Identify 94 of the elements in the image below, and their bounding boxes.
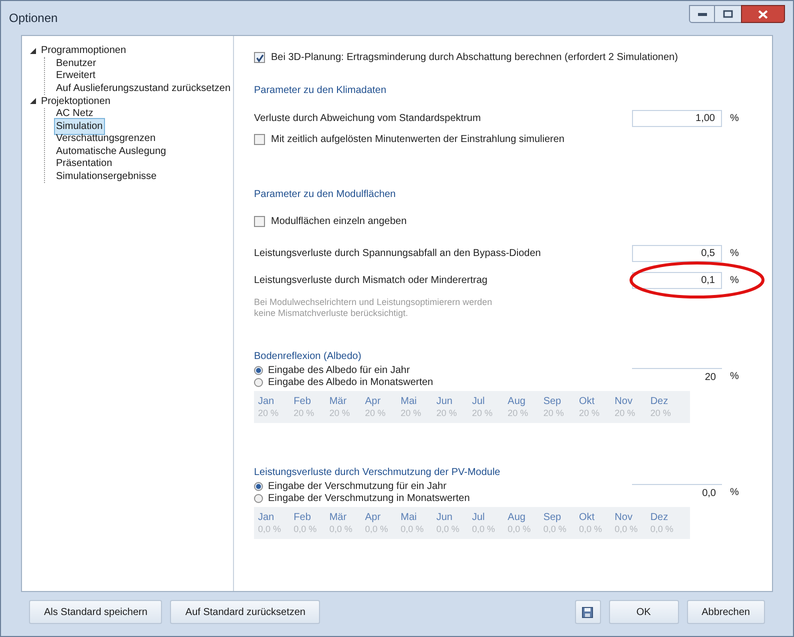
month-label: Apr [365,511,382,523]
section-heading: Leistungsverluste durch Verschmutzung der PV-Module [254,466,502,480]
checkbox[interactable] [254,52,265,63]
month-value: 0,0 % [400,523,425,536]
month-value: 20 % [436,407,458,420]
month-value: 0,0 % [614,523,639,536]
unit-label: % [730,247,740,261]
radio-label: Eingabe des Albedo für ein Jahr [268,364,410,378]
save-button[interactable] [574,600,601,624]
month-label: Mai [400,395,418,407]
month-label: Sep [543,511,562,523]
checkbox[interactable] [254,134,265,145]
month-label: Dez [650,511,670,523]
month-label: Aug [508,395,526,407]
month-label: Nov [614,395,634,407]
month-label: Apr [365,395,382,407]
radio-label: Eingabe der Verschmutzung in Monatswerten [268,492,470,506]
close-button[interactable] [741,5,785,23]
unit-label: % [730,486,740,500]
note-text: Bei Modulwechselrichtern und Leistungsoptimierern werden keine Mismatchverluste berücksichtigt. [254,297,494,319]
month-value: 0,0 % [508,523,532,536]
month-label: Jan [258,511,276,523]
input-field[interactable]: 0,1 [632,272,722,289]
field-label: Leistungsverluste durch Spannungsabfall an den Bypass-Dioden [254,247,541,261]
section-heading: Parameter zu den Modulflächen [254,188,397,202]
month-label: Mai [400,511,418,523]
month-label: Jan [258,395,276,407]
radio-button[interactable] [254,482,263,490]
radio-button[interactable] [254,366,263,374]
expanded-triangle-icon[interactable] [30,48,36,54]
section-heading: Bodenreflexion (Albedo) [254,350,362,364]
month-label: Feb [294,511,312,523]
dialog-button[interactable]: Abbrechen [686,600,765,624]
radio-button[interactable] [254,494,263,502]
month-value: 0,0 % [365,523,390,536]
dialog-button[interactable]: Als Standard speichern [29,600,162,624]
month-label: Okt [579,511,596,523]
field-label: Verluste durch Abweichung vom Standardspektrum [254,112,481,126]
month-value: 0,0 % [543,523,568,536]
month-value: 0,0 % [579,523,604,536]
month-value: 20 % [472,407,494,420]
window-title: Optionen [9,10,58,27]
month-label: Okt [579,395,596,407]
maximize-icon [723,10,733,18]
radio-button[interactable] [254,378,263,386]
month-value: 20 % [650,407,672,420]
field-label: Leistungsverluste durch Mismatch oder Minderertrag [254,274,488,288]
month-label: Jun [436,511,454,523]
month-label: Mär [329,395,348,407]
month-label: Aug [508,511,526,523]
month-label: Nov [614,511,634,523]
month-value: 0,0 % [436,523,460,536]
tree-item[interactable]: Simulation [54,118,105,135]
unit-label: % [730,370,740,384]
maximize-button[interactable] [715,5,741,23]
checkbox-label: Bei 3D-Planung: Ertragsminderung durch Abschattung berechnen (erfordert 2 Simulationen) [271,51,678,65]
month-label: Sep [543,395,562,407]
month-value: 20 % [294,407,316,420]
month-label: Mär [329,511,348,523]
month-value: 0,0 % [258,523,282,536]
unit-label: % [730,112,740,126]
unit-label: % [730,274,740,288]
month-value: 20 % [508,407,530,420]
close-icon [758,10,768,18]
input-field[interactable]: 1,00 [632,110,722,127]
minimize-button[interactable] [689,5,715,23]
month-value: 20 % [365,407,387,420]
checkbox[interactable] [254,216,265,227]
checkbox-label: Mit zeitlich aufgelösten Minutenwerten der Einstrahlung simulieren [271,133,564,147]
month-value: 20 % [543,407,565,420]
month-label: Jul [472,395,486,407]
month-value: 0,0 % [650,523,674,536]
month-label: Dez [650,395,670,407]
month-value: 20 % [614,407,636,420]
month-label: Jun [436,395,454,407]
checkbox-label: Modulflächen einzeln angeben [271,215,407,229]
input-field[interactable]: 0,5 [632,245,722,262]
month-value: 0,0 % [472,523,496,536]
radio-label: Eingabe des Albedo in Monatswerten [268,376,434,390]
month-value: 20 % [258,407,280,420]
section-heading: Parameter zu den Klimadaten [254,84,388,98]
month-value: 20 % [400,407,422,420]
dialog-button[interactable]: OK [608,600,679,624]
month-value: 20 % [329,407,351,420]
month-label: Feb [294,395,312,407]
input-field[interactable]: 0,0 [632,484,722,500]
month-value: 0,0 % [294,523,318,536]
expanded-triangle-icon[interactable] [30,98,36,104]
month-value: 20 % [579,407,601,420]
radio-label: Eingabe der Verschmutzung für ein Jahr [268,480,446,494]
month-value: 0,0 % [329,523,354,536]
dialog-button[interactable]: Auf Standard zurücksetzen [170,600,320,624]
month-label: Jul [472,511,486,523]
minimize-icon [698,12,706,16]
